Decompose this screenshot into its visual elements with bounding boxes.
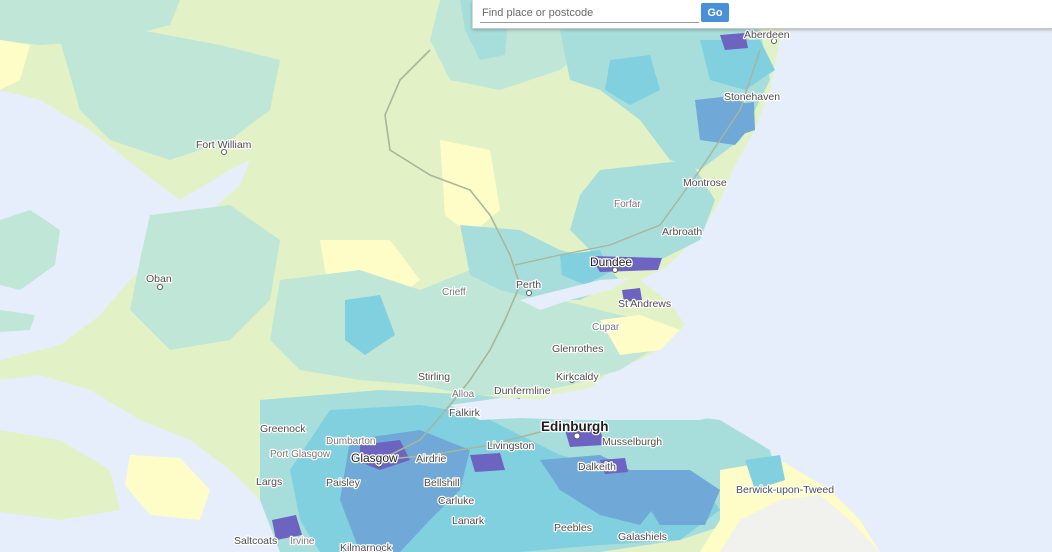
place-label-port-glasgow: Port Glasgow <box>270 449 331 460</box>
go-button[interactable]: Go <box>701 3 729 22</box>
place-label-montrose: Montrose <box>683 177 727 189</box>
place-label-aberdeen: Aberdeen <box>744 29 790 41</box>
place-label-largs: Largs <box>256 476 282 488</box>
place-label-dumbarton: Dumbarton <box>326 436 375 447</box>
place-label-carluke: Carluke <box>438 495 474 507</box>
place-label-lanark: Lanark <box>452 515 485 527</box>
search-input[interactable] <box>480 3 699 23</box>
place-label-dunfermline: Dunfermline <box>494 385 551 397</box>
place-label-berwick: Berwick-upon-Tweed <box>736 484 834 496</box>
place-labels-layer: Aberdeen Stonehaven Fort William Montrose Fo… <box>145 28 836 552</box>
place-label-fort-william: Fort William <box>196 139 252 151</box>
place-label-kilmarnock: Kilmarnock <box>340 542 393 552</box>
place-label-peebles: Peebles <box>554 522 592 534</box>
place-label-crieff: Crieff <box>442 287 466 298</box>
place-label-airdrie: Airdrie <box>416 453 447 465</box>
place-label-kirkcaldy: Kirkcaldy <box>556 371 599 383</box>
place-label-bellshill: Bellshill <box>424 477 460 489</box>
place-label-forfar: Forfar <box>614 199 641 210</box>
search-bar: Go <box>472 0 1052 29</box>
place-label-alloa: Alloa <box>452 389 475 400</box>
place-label-stirling: Stirling <box>418 371 450 383</box>
place-label-dalkeith: Dalkeith <box>578 461 616 473</box>
place-label-irvine: Irvine <box>290 536 315 547</box>
place-label-glenrothes: Glenrothes <box>552 343 603 355</box>
place-label-st-andrews: St Andrews <box>618 298 671 310</box>
place-label-greenock: Greenock <box>260 423 306 435</box>
place-label-edinburgh: Edinburgh <box>541 419 609 434</box>
place-label-paisley: Paisley <box>326 477 361 489</box>
place-label-livingston: Livingston <box>487 440 534 452</box>
place-label-saltcoats: Saltcoats <box>234 535 277 547</box>
place-label-perth: Perth <box>516 279 541 291</box>
place-label-oban: Oban <box>146 273 172 285</box>
place-label-glasgow: Glasgow <box>351 451 398 465</box>
place-label-musselburgh: Musselburgh <box>602 436 662 448</box>
place-label-falkirk: Falkirk <box>449 407 481 419</box>
place-label-galashiels: Galashiels <box>618 531 667 543</box>
place-label-cupar: Cupar <box>592 322 620 333</box>
place-label-dundee: Dundee <box>590 255 632 269</box>
place-label-stonehaven: Stonehaven <box>724 91 780 103</box>
place-label-arbroath: Arbroath <box>662 226 702 238</box>
